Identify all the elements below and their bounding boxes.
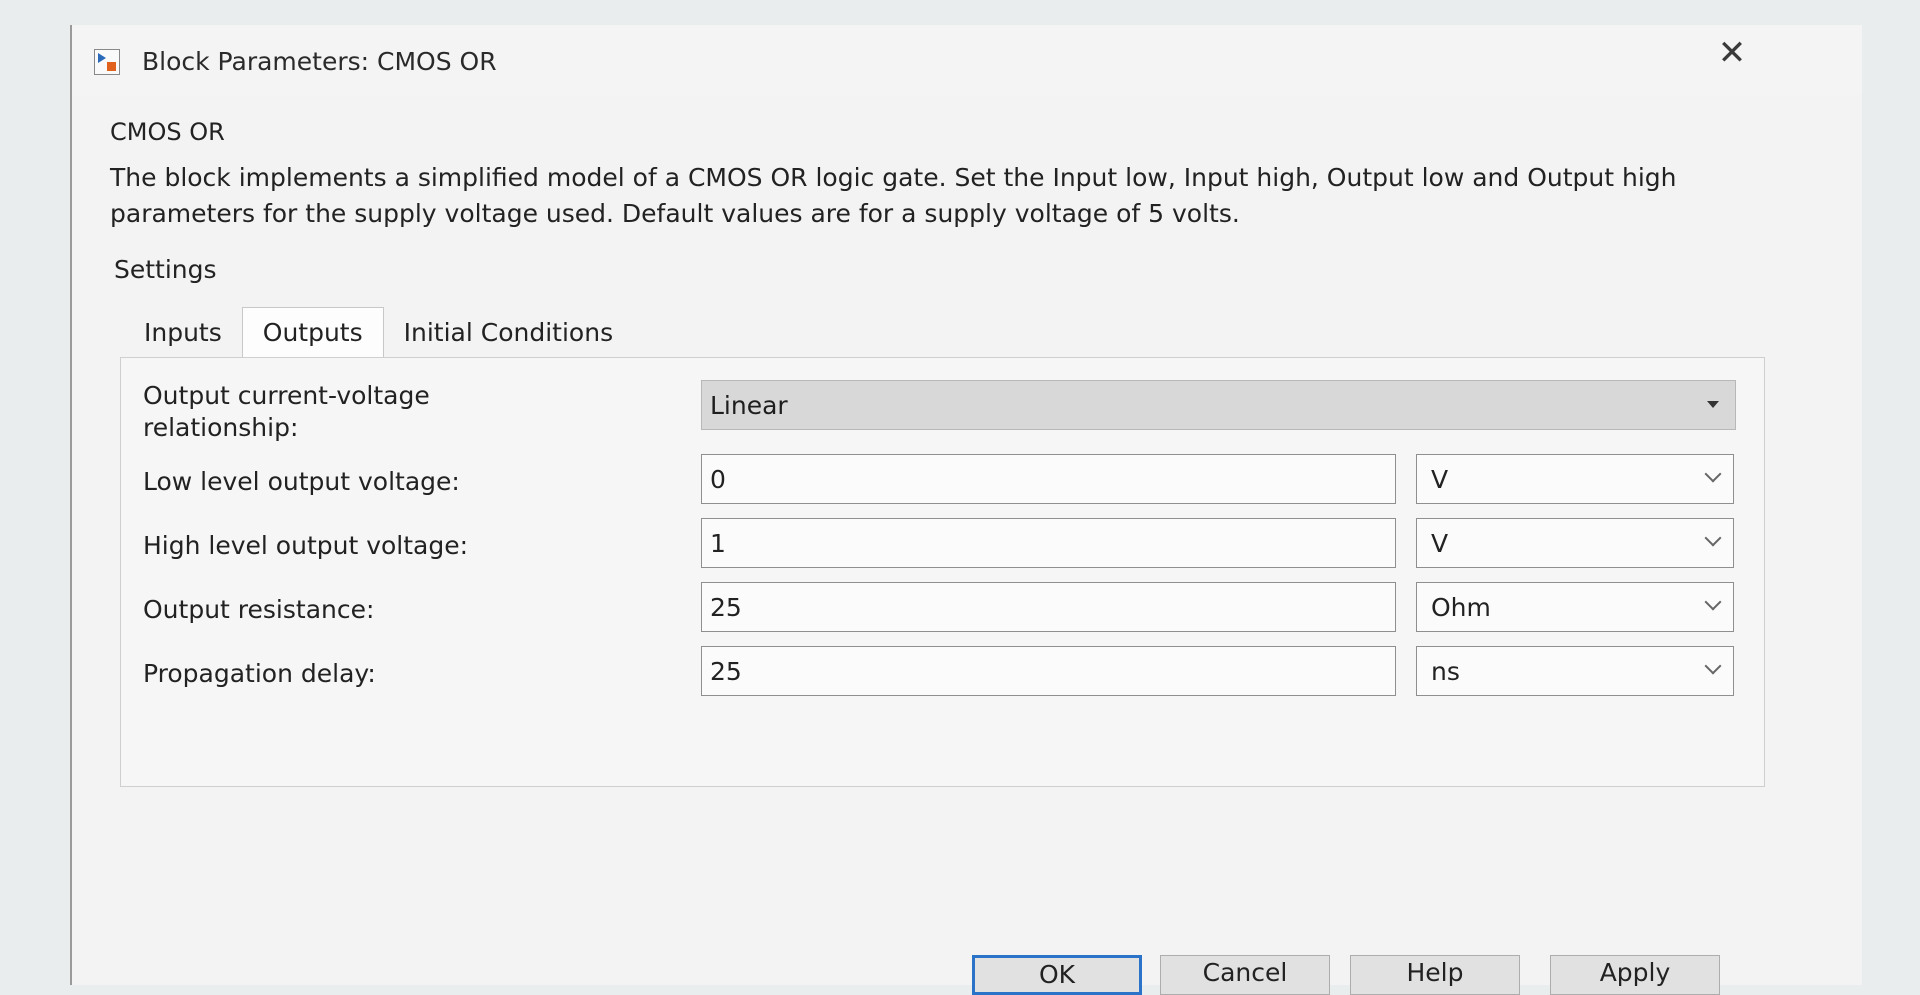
chevron-down-icon: [1704, 529, 1722, 547]
iv-relationship-value: Linear: [710, 390, 788, 420]
low-level-output-voltage-input[interactable]: 0: [701, 454, 1396, 504]
low-level-output-voltage-label: Low level output voltage:: [143, 467, 460, 496]
tab-inputs[interactable]: Inputs: [124, 307, 242, 357]
tab-outputs[interactable]: Outputs: [241, 307, 384, 357]
simulink-block-icon: [94, 49, 120, 75]
chevron-down-icon: [1704, 593, 1722, 611]
help-button[interactable]: Help: [1350, 955, 1520, 995]
caret-down-icon: [1707, 401, 1719, 408]
high-level-output-voltage-unit[interactable]: V: [1416, 518, 1734, 568]
iv-relationship-label-line2: relationship:: [143, 413, 299, 442]
settings-tabs: Inputs Outputs Initial Conditions: [124, 307, 633, 357]
ok-button[interactable]: OK: [972, 955, 1142, 995]
chevron-down-icon: [1704, 657, 1722, 675]
apply-button[interactable]: Apply: [1550, 955, 1720, 995]
high-level-output-voltage-input[interactable]: 1: [701, 518, 1396, 568]
block-parameters-dialog: Block Parameters: CMOS OR ✕ CMOS OR The …: [70, 25, 1862, 995]
propagation-delay-input[interactable]: 25: [701, 646, 1396, 696]
dialog-buttons: OK Cancel Help Apply: [72, 955, 1862, 995]
propagation-delay-label: Propagation delay:: [143, 659, 376, 688]
unit-value: V: [1431, 464, 1449, 494]
chevron-down-icon: [1704, 465, 1722, 483]
tab-initial-conditions[interactable]: Initial Conditions: [384, 307, 633, 357]
outputs-tab-panel: Output current-voltage relationship: Lin…: [120, 357, 1765, 787]
output-resistance-input[interactable]: 25: [701, 582, 1396, 632]
block-description: The block implements a simplified model …: [110, 163, 1677, 228]
unit-value: Ohm: [1431, 592, 1491, 622]
unit-value: V: [1431, 528, 1449, 558]
title-bar: Block Parameters: CMOS OR ✕: [72, 25, 1862, 95]
output-resistance-label: Output resistance:: [143, 595, 375, 624]
unit-value: ns: [1431, 656, 1460, 686]
settings-heading: Settings: [114, 255, 217, 284]
iv-relationship-label-line1: Output current-voltage: [143, 381, 430, 410]
high-level-output-voltage-label: High level output voltage:: [143, 531, 469, 560]
iv-relationship-label: Output current-voltage relationship:: [143, 380, 430, 444]
close-icon[interactable]: ✕: [1692, 25, 1772, 81]
cancel-button[interactable]: Cancel: [1160, 955, 1330, 995]
propagation-delay-unit[interactable]: ns: [1416, 646, 1734, 696]
output-resistance-unit[interactable]: Ohm: [1416, 582, 1734, 632]
low-level-output-voltage-unit[interactable]: V: [1416, 454, 1734, 504]
window-title: Block Parameters: CMOS OR: [142, 47, 497, 76]
iv-relationship-select[interactable]: Linear: [701, 380, 1736, 430]
block-name: CMOS OR: [110, 118, 225, 146]
